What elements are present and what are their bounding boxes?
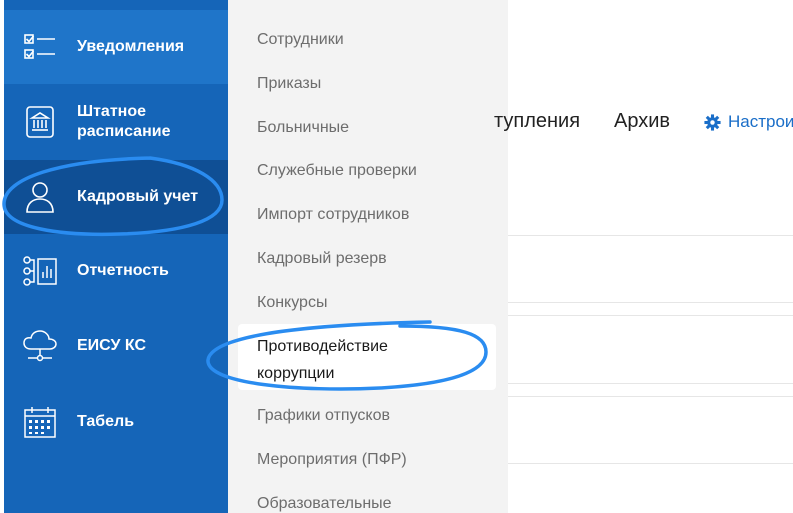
submenu-item-orders[interactable]: Приказы <box>257 75 321 93</box>
sidebar-item-notifications[interactable]: Уведомления <box>4 10 228 84</box>
sidebar-item-label: ЕИСУ КС <box>77 337 147 354</box>
cloud-network-icon <box>22 328 58 364</box>
sidebar-item-label: Кадровый учет <box>77 188 199 205</box>
sidebar-item-label: Штатное расписание <box>77 103 171 140</box>
submenu-item-internal-checks[interactable]: Служебные проверки <box>257 162 417 180</box>
submenu-item-events-pfr[interactable]: Мероприятия (ПФР) <box>257 451 407 469</box>
table-row-divider <box>508 315 793 316</box>
sidebar-item-eisu[interactable]: ЕИСУ КС <box>4 308 228 384</box>
table-row-divider <box>508 396 793 397</box>
sidebar-item-reports[interactable]: Отчетность <box>4 234 228 308</box>
person-icon <box>22 179 58 215</box>
submenu-item-talent-pool[interactable]: Кадровый резерв <box>257 250 387 268</box>
table-row-divider <box>508 302 793 303</box>
submenu-item-employees[interactable]: Сотрудники <box>257 31 344 49</box>
submenu-item-sick-leave[interactable]: Больничные <box>257 119 349 137</box>
table-row-divider <box>508 235 793 236</box>
table-row-divider <box>508 383 793 384</box>
hr-submenu: Сотрудники Приказы Больничные Служебные … <box>228 0 508 513</box>
submenu-item-competitions[interactable]: Конкурсы <box>257 294 327 312</box>
sidebar-item-staffing[interactable]: Штатное расписание <box>4 84 228 160</box>
submenu-item-import-employees[interactable]: Импорт сотрудников <box>257 206 409 224</box>
settings-label: Настрои <box>728 112 793 131</box>
gear-icon <box>704 113 721 131</box>
table-row-divider <box>508 463 793 464</box>
sidebar-item-hr[interactable]: Кадровый учет <box>4 160 228 234</box>
settings-link[interactable]: Настрои <box>704 112 793 132</box>
calendar-icon <box>22 404 58 440</box>
submenu-item-anti-corruption[interactable]: Противодействие коррупции <box>257 333 388 387</box>
submenu-item-vacation-schedules[interactable]: Графики отпусков <box>257 407 390 425</box>
checklist-icon <box>22 29 58 65</box>
sidebar: Уведомления Штатное расписание Кадровый … <box>4 0 228 513</box>
building-icon <box>22 104 58 140</box>
tab-archive[interactable]: Архив <box>614 110 670 133</box>
submenu-item-education[interactable]: Образовательные <box>257 495 392 513</box>
sidebar-item-label: Табель <box>77 413 135 430</box>
tab-incoming[interactable]: тупления <box>494 110 580 133</box>
sidebar-item-label: Уведомления <box>77 38 185 55</box>
report-hierarchy-icon <box>22 253 58 289</box>
sidebar-item-label: Отчетность <box>77 262 169 279</box>
sidebar-item-timesheet[interactable]: Табель <box>4 384 228 460</box>
